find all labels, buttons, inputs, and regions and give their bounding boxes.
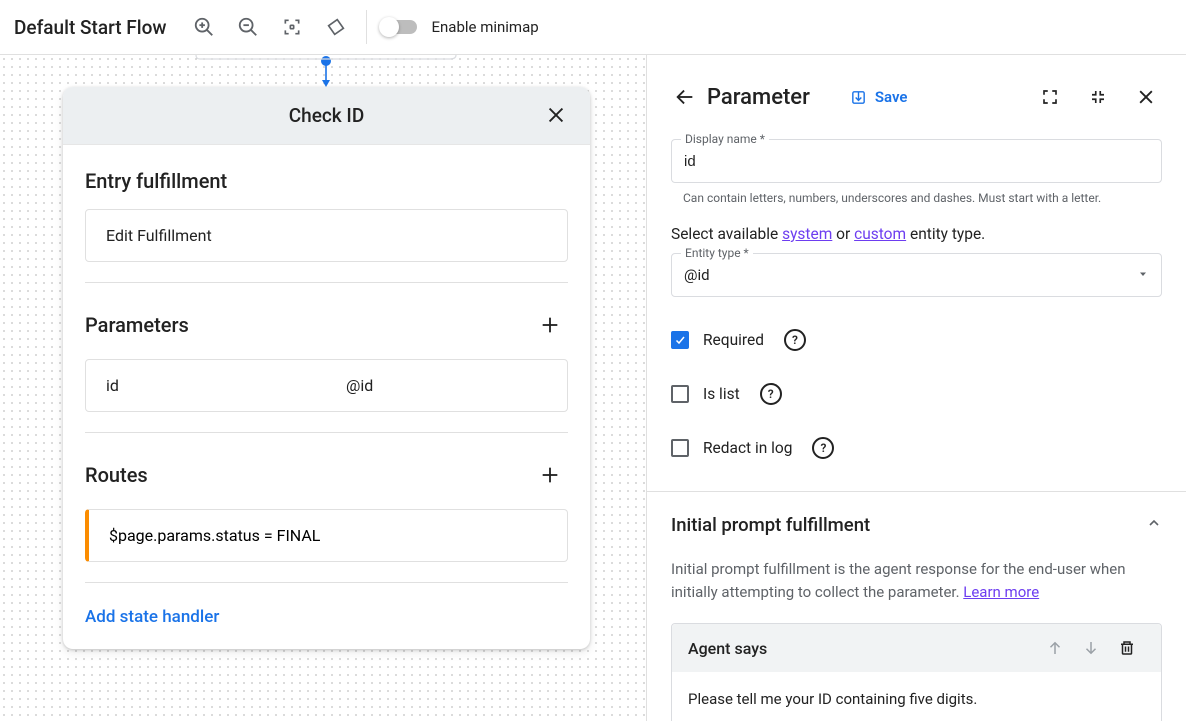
- redact-checkbox[interactable]: [671, 439, 689, 457]
- required-label: Required: [703, 331, 764, 349]
- flow-title: Default Start Flow: [14, 16, 166, 39]
- chevron-down-icon: [1137, 266, 1149, 284]
- entity-help-text: Select available system or custom entity…: [671, 225, 1162, 243]
- panel-title: Parameter: [707, 85, 810, 110]
- parameter-name: id: [106, 376, 346, 395]
- edit-fulfillment-button[interactable]: Edit Fulfillment: [85, 209, 568, 262]
- move-down-icon[interactable]: [1073, 630, 1109, 666]
- entity-type-label: Entity type *: [681, 246, 753, 260]
- toolbar-icon-group: [184, 7, 356, 47]
- panel-header-icons: [1030, 77, 1166, 117]
- node-title: Check ID: [289, 104, 364, 127]
- zoom-out-icon[interactable]: [228, 7, 268, 47]
- agent-says-text[interactable]: Please tell me your ID containing five d…: [672, 672, 1161, 721]
- ipf-body: Initial prompt fulfillment is the agent …: [671, 558, 1162, 721]
- node-header: Check ID: [63, 87, 590, 145]
- entry-fulfillment-heading: Entry fulfillment: [85, 169, 568, 193]
- parameter-entity: @id: [346, 376, 373, 395]
- panel-header: Parameter Save: [647, 55, 1186, 133]
- system-link[interactable]: system: [782, 225, 832, 243]
- agent-says-header: Agent says: [672, 624, 1161, 672]
- toggle-track: [381, 20, 417, 34]
- add-state-handler-button[interactable]: Add state handler: [85, 583, 568, 627]
- enable-minimap-toggle[interactable]: Enable minimap: [381, 18, 538, 36]
- agent-says-label: Agent says: [688, 639, 767, 658]
- chevron-up-icon: [1146, 515, 1162, 535]
- parameter-row[interactable]: id @id: [85, 359, 568, 412]
- help-icon[interactable]: ?: [760, 383, 782, 405]
- close-panel-icon[interactable]: [1126, 77, 1166, 117]
- is-list-label: Is list: [703, 385, 740, 403]
- redact-row: Redact in log ?: [671, 437, 1162, 459]
- add-parameter-button[interactable]: [532, 307, 568, 343]
- display-name-label: Display name *: [681, 132, 769, 146]
- toolbar-divider: [366, 10, 367, 44]
- section-parameters: Parameters id @id: [85, 283, 568, 412]
- display-name-helper: Can contain letters, numbers, underscore…: [683, 191, 1162, 205]
- redact-label: Redact in log: [703, 439, 792, 457]
- entity-type-value: @id: [684, 266, 710, 284]
- display-name-field-wrap: Display name *: [671, 139, 1162, 183]
- section-routes: Routes $page.params.status = FINAL: [85, 433, 568, 562]
- route-row[interactable]: $page.params.status = FINAL: [85, 509, 568, 562]
- save-button[interactable]: Save: [850, 88, 908, 106]
- ipf-heading: Initial prompt fulfillment: [671, 514, 870, 536]
- flow-canvas[interactable]: Check ID Entry fulfillment Edit Fulfillm…: [0, 55, 646, 721]
- delete-icon[interactable]: [1109, 630, 1145, 666]
- top-toolbar: Default Start Flow Enable minimap: [0, 0, 1186, 55]
- turn-off-icon[interactable]: [316, 7, 356, 47]
- help-icon[interactable]: ?: [784, 329, 806, 351]
- is-list-checkbox[interactable]: [671, 385, 689, 403]
- enable-minimap-label: Enable minimap: [431, 18, 538, 36]
- parameters-heading: Parameters: [85, 313, 189, 337]
- add-route-button[interactable]: [532, 457, 568, 493]
- zoom-in-icon[interactable]: [184, 7, 224, 47]
- required-checkbox[interactable]: [671, 331, 689, 349]
- workspace: Check ID Entry fulfillment Edit Fulfillm…: [0, 55, 1186, 721]
- page-node-check-id[interactable]: Check ID Entry fulfillment Edit Fulfillm…: [63, 87, 590, 649]
- fit-view-icon[interactable]: [272, 7, 312, 47]
- move-up-icon[interactable]: [1037, 630, 1073, 666]
- back-arrow-icon[interactable]: [667, 79, 703, 115]
- parameter-panel: Parameter Save Display name *: [646, 55, 1186, 721]
- routes-heading: Routes: [85, 463, 148, 487]
- agent-says-box: Agent says Please tell me your ID contai…: [671, 623, 1162, 721]
- required-row: Required ?: [671, 329, 1162, 351]
- ipf-desc: Initial prompt fulfillment is the agent …: [671, 560, 1126, 601]
- close-icon[interactable]: [540, 99, 572, 131]
- learn-more-link[interactable]: Learn more: [963, 583, 1039, 601]
- entity-type-field-wrap: Entity type * @id: [671, 253, 1162, 297]
- custom-link[interactable]: custom: [854, 225, 906, 243]
- is-list-row: Is list ?: [671, 383, 1162, 405]
- save-label: Save: [875, 88, 908, 106]
- fullscreen-icon[interactable]: [1030, 77, 1070, 117]
- collapse-icon[interactable]: [1078, 77, 1118, 117]
- toggle-knob: [379, 17, 399, 37]
- ipf-collapse-header[interactable]: Initial prompt fulfillment: [671, 492, 1162, 558]
- node-body: Entry fulfillment Edit Fulfillment Param…: [63, 145, 590, 649]
- section-entry-fulfillment: Entry fulfillment Edit Fulfillment: [85, 145, 568, 262]
- help-icon[interactable]: ?: [812, 437, 834, 459]
